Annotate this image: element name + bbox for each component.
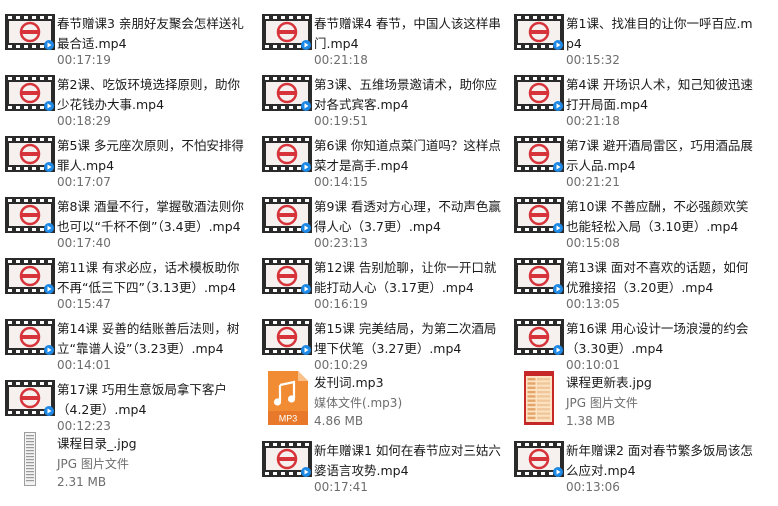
video-thumbnail-icon (514, 317, 564, 357)
video-thumbnail-icon (5, 378, 55, 418)
file-name: 第10课 不善应酬，不必强颜欢笑也能轻松入局（3.10更）.mp4 (566, 199, 749, 234)
video-file-item[interactable]: 第5课 多元座次原则，不怕安排得罪人.mp4 00:17:07 (0, 128, 252, 189)
video-duration: 00:16:19 (314, 297, 368, 311)
video-file-item[interactable]: 第6课 你知道点菜门道吗？这样点菜才是高手.mp4 00:14:15 (257, 128, 509, 189)
video-thumbnail-icon (5, 256, 55, 296)
file-size: 4.86 MB (314, 414, 364, 428)
video-duration: 00:21:21 (566, 175, 620, 189)
mp3-badge-text: MP3 (279, 414, 298, 424)
file-name: 课程目录_.jpg (57, 436, 137, 451)
file-name: 第8课 酒量不行，掌握敬酒法则你也可以“千杯不倒”（3.4更）.mp4 (57, 199, 244, 234)
video-duration: 00:15:08 (566, 236, 620, 250)
video-thumbnail-icon (5, 134, 55, 174)
file-name: 第17课 巧用生意饭局拿下客户（4.2更）.mp4 (57, 382, 227, 417)
video-file-item[interactable]: 第1课、找准目的让你一呼百应.mp4 00:15:32 (509, 6, 761, 67)
file-name: 第1课、找准目的让你一呼百应.mp4 (566, 16, 753, 51)
video-file-item[interactable]: 第13课 面对不喜欢的话题，如何优雅接招（3.20更）.mp4 00:13:05 (509, 250, 761, 311)
file-name: 第4课 开场识人术，知己知彼迅速打开局面.mp4 (566, 77, 753, 112)
video-thumbnail-icon (262, 73, 312, 113)
video-file-item[interactable]: 春节赠课4 春节，中国人该这样串门.mp4 00:21:18 (257, 6, 509, 67)
video-thumbnail-icon (514, 73, 564, 113)
file-name: 新年赠课1 如何在春节应对三姑六婆语言攻势.mp4 (314, 443, 501, 478)
video-file-item[interactable]: 新年赠课2 面对春节繁多饭局该怎么应对.mp4 00:13:06 (509, 433, 761, 494)
file-name: 课程更新表.jpg (566, 375, 652, 390)
file-name: 第15课 完美结局，为第二次酒局埋下伏笔（3.27更）.mp4 (314, 321, 497, 356)
file-name: 第13课 面对不喜欢的话题，如何优雅接招（3.20更）.mp4 (566, 260, 749, 295)
file-name: 第11课 有求必应，话术模板助你不再“低三下四”（3.13更）.mp4 (57, 260, 240, 295)
video-file-item[interactable]: 春节赠课3 亲朋好友聚会怎样送礼最合适.mp4 00:17:19 (0, 6, 252, 67)
file-size: 1.38 MB (566, 414, 616, 428)
video-file-item[interactable]: 第7课 避开酒局雷区，巧用酒品展示人品.mp4 00:21:21 (509, 128, 761, 189)
video-duration: 00:14:01 (57, 358, 111, 372)
image-schedule-icon (514, 371, 564, 425)
file-type: 媒体文件(.mp3) (314, 396, 403, 410)
video-duration: 00:15:32 (566, 53, 620, 67)
file-name: 第12课 告别尬聊，让你一开口就能打动人心（3.17更）.mp4 (314, 260, 497, 295)
file-name: 春节赠课3 亲朋好友聚会怎样送礼最合适.mp4 (57, 16, 244, 51)
video-thumbnail-icon (514, 134, 564, 174)
video-duration: 00:14:15 (314, 175, 368, 189)
video-thumbnail-icon (514, 439, 564, 479)
video-thumbnail-icon (5, 317, 55, 357)
video-file-item[interactable]: 第17课 巧用生意饭局拿下客户（4.2更）.mp4 00:12:23 (0, 372, 252, 433)
file-size: 2.31 MB (57, 475, 107, 489)
file-name: 第5课 多元座次原则，不怕安排得罪人.mp4 (57, 138, 244, 173)
file-name: 发刊词.mp3 (314, 375, 384, 390)
mp3-icon: MP3 (262, 371, 312, 425)
video-thumbnail-icon (262, 134, 312, 174)
video-duration: 00:17:41 (314, 480, 368, 494)
video-thumbnail-icon (262, 317, 312, 357)
video-file-item[interactable]: 第15课 完美结局，为第二次酒局埋下伏笔（3.27更）.mp4 00:10:29 (257, 311, 509, 372)
video-duration: 00:21:18 (314, 53, 368, 67)
video-file-item[interactable]: 第16课 用心设计一场浪漫的约会（3.30更）.mp4 00:10:01 (509, 311, 761, 372)
video-duration: 00:19:51 (314, 114, 368, 128)
video-file-item[interactable]: 第2课、吃饭环境选择原则，助你少花钱办大事.mp4 00:18:29 (0, 67, 252, 128)
video-file-item[interactable]: 新年赠课1 如何在春节应对三姑六婆语言攻势.mp4 00:17:41 (257, 433, 509, 494)
video-file-item[interactable]: 第9课 看透对方心理，不动声色赢得人心（3.7更）.mp4 00:23:13 (257, 189, 509, 250)
file-name: 春节赠课4 春节，中国人该这样串门.mp4 (314, 16, 501, 51)
file-name: 第16课 用心设计一场浪漫的约会（3.30更）.mp4 (566, 321, 749, 356)
video-duration: 00:17:07 (57, 175, 111, 189)
video-thumbnail-icon (5, 73, 55, 113)
video-file-item[interactable]: 第12课 告别尬聊，让你一开口就能打动人心（3.17更）.mp4 00:16:19 (257, 250, 509, 311)
video-file-item[interactable]: 第14课 妥善的结账善后法则，树立“靠谱人设”（3.23更）.mp4 00:14:… (0, 311, 252, 372)
video-thumbnail-icon (514, 12, 564, 52)
video-thumbnail-icon (5, 12, 55, 52)
file-name: 第14课 妥善的结账善后法则，树立“靠谱人设”（3.23更）.mp4 (57, 321, 240, 356)
video-duration: 00:13:06 (566, 480, 620, 494)
file-type: JPG 图片文件 (566, 396, 638, 410)
video-file-item[interactable]: 第8课 酒量不行，掌握敬酒法则你也可以“千杯不倒”（3.4更）.mp4 00:17… (0, 189, 252, 250)
video-thumbnail-icon (262, 12, 312, 52)
video-duration: 00:13:05 (566, 297, 620, 311)
file-name: 第9课 看透对方心理，不动声色赢得人心（3.7更）.mp4 (314, 199, 501, 234)
file-name: 新年赠课2 面对春节繁多饭局该怎么应对.mp4 (566, 443, 753, 478)
file-type: JPG 图片文件 (57, 457, 129, 471)
video-file-item[interactable]: 第4课 开场识人术，知己知彼迅速打开局面.mp4 00:21:18 (509, 67, 761, 128)
file-grid: 春节赠课3 亲朋好友聚会怎样送礼最合适.mp4 00:17:19 春节赠课4 春节，… (0, 0, 778, 506)
video-thumbnail-icon (514, 195, 564, 235)
video-duration: 00:21:18 (566, 114, 620, 128)
video-thumbnail-icon (514, 256, 564, 296)
video-thumbnail-icon (5, 195, 55, 235)
video-file-item[interactable]: 第10课 不善应酬，不必强颜欢笑也能轻松入局（3.10更）.mp4 00:15:0… (509, 189, 761, 250)
file-name: 第3课、五维场景邀请术，助你应对各式宾客.mp4 (314, 77, 497, 112)
file-name: 第7课 避开酒局雷区，巧用酒品展示人品.mp4 (566, 138, 753, 173)
video-thumbnail-icon (262, 439, 312, 479)
video-file-item[interactable]: 第3课、五维场景邀请术，助你应对各式宾客.mp4 00:19:51 (257, 67, 509, 128)
file-name: 第2课、吃饭环境选择原则，助你少花钱办大事.mp4 (57, 77, 240, 112)
file-item[interactable]: 课程目录_.jpg JPG 图片文件 2.31 MB (0, 430, 252, 506)
video-duration: 00:15:47 (57, 297, 111, 311)
video-thumbnail-icon (262, 195, 312, 235)
video-duration: 00:17:19 (57, 53, 111, 67)
image-list-icon (5, 432, 55, 486)
video-file-item[interactable]: 第11课 有求必应，话术模板助你不再“低三下四”（3.13更）.mp4 00:15… (0, 250, 252, 311)
file-name: 第6课 你知道点菜门道吗？这样点菜才是高手.mp4 (314, 138, 501, 173)
video-thumbnail-icon (262, 256, 312, 296)
video-duration: 00:23:13 (314, 236, 368, 250)
video-duration: 00:18:29 (57, 114, 111, 128)
video-duration: 00:17:40 (57, 236, 111, 250)
